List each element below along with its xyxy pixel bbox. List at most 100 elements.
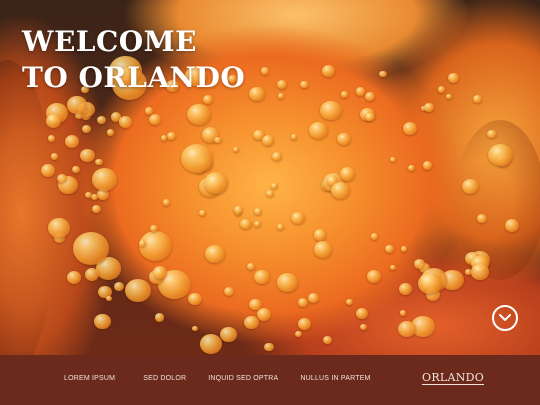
water-drop <box>266 189 275 197</box>
water-drop <box>400 310 407 316</box>
water-drop <box>291 211 305 224</box>
water-drop <box>371 233 379 240</box>
water-drop <box>91 204 101 214</box>
water-drop <box>253 208 262 216</box>
nav-link-sed-dolor[interactable]: SED DOLOR <box>143 375 186 382</box>
water-drop <box>254 220 261 227</box>
water-drop <box>67 96 87 114</box>
water-drop <box>160 135 168 142</box>
water-drop <box>330 182 350 200</box>
water-drop <box>119 116 132 128</box>
water-drop <box>271 151 282 161</box>
water-drop <box>96 115 107 125</box>
water-drop <box>232 146 239 153</box>
water-drop <box>186 103 212 126</box>
water-drop <box>248 87 265 102</box>
water-drop <box>414 259 425 269</box>
nav-link-nullus-in-partem[interactable]: NULLUS IN PARTEM <box>300 375 370 382</box>
footer-logo[interactable]: ORLANDO <box>422 372 485 385</box>
water-drop <box>246 262 255 270</box>
water-drop <box>417 273 442 295</box>
hero-title-line-2: TO ORLANDO <box>22 61 246 94</box>
water-drop <box>407 165 416 172</box>
water-drop <box>276 79 288 90</box>
water-drop <box>223 286 235 297</box>
water-drop <box>504 219 519 232</box>
water-drop <box>72 231 110 265</box>
water-drop <box>191 325 198 332</box>
water-drop <box>337 133 351 146</box>
water-drop <box>294 330 302 338</box>
hero-title: WELCOME TO ORLANDO <box>22 24 245 96</box>
water-drop <box>471 264 489 280</box>
water-drop <box>67 271 82 284</box>
chevron-down-icon <box>499 314 511 321</box>
water-drop <box>113 281 124 291</box>
water-drop <box>95 158 103 166</box>
water-drop <box>390 264 397 271</box>
water-drop <box>84 268 100 282</box>
footer-nav: LOREM IPSUM SED DOLOR INQUID SED OPTRA N… <box>64 375 371 382</box>
water-drop <box>81 124 91 134</box>
water-drop <box>91 167 118 191</box>
water-drop <box>277 273 298 292</box>
water-drop <box>300 80 309 89</box>
water-drop <box>320 100 342 120</box>
water-drop <box>340 166 356 181</box>
water-drop <box>448 73 459 83</box>
water-drop <box>346 299 354 306</box>
water-drop <box>148 113 162 125</box>
water-drop <box>214 136 222 144</box>
nav-link-lorem-ipsum[interactable]: LOREM IPSUM <box>64 375 115 382</box>
water-drop <box>261 67 270 75</box>
water-drop <box>144 106 154 115</box>
nav-link-inquid-sed-optra[interactable]: INQUID SED OPTRA <box>208 375 278 382</box>
water-drop <box>309 122 328 139</box>
water-drop <box>46 114 62 129</box>
water-drop <box>71 165 80 174</box>
water-drop <box>203 172 229 195</box>
water-drop <box>240 218 253 230</box>
water-drop <box>243 315 260 330</box>
water-drop <box>297 298 308 308</box>
water-drop <box>47 135 56 142</box>
water-drop <box>220 327 237 343</box>
water-drop <box>313 229 327 242</box>
water-drop <box>355 87 366 96</box>
water-drop <box>397 320 417 338</box>
water-drop <box>271 183 278 189</box>
water-drop <box>437 85 446 93</box>
water-drop <box>389 156 397 163</box>
water-drop <box>384 244 394 254</box>
water-drop <box>94 314 111 330</box>
water-drop <box>153 265 168 279</box>
water-drop <box>41 164 56 178</box>
water-drop <box>313 241 333 259</box>
water-drop <box>403 122 417 135</box>
water-drop <box>461 178 479 195</box>
water-drop <box>476 214 487 224</box>
water-drop <box>106 129 114 136</box>
water-drop <box>261 134 275 146</box>
water-drop <box>297 317 311 330</box>
water-drop <box>154 313 165 322</box>
water-drop <box>264 343 274 352</box>
water-drop <box>423 161 433 170</box>
scroll-down-button[interactable] <box>492 305 518 331</box>
footer-bar: LOREM IPSUM SED DOLOR INQUID SED OPTRA N… <box>0 355 540 405</box>
water-drop <box>125 279 152 303</box>
water-drop <box>400 246 407 253</box>
water-drop <box>149 224 158 233</box>
water-drop <box>162 199 171 207</box>
water-drop <box>256 307 272 321</box>
water-drop <box>367 270 382 283</box>
water-drop <box>322 65 336 77</box>
water-drop <box>365 112 375 122</box>
water-drop <box>253 269 270 285</box>
water-drop <box>488 143 514 167</box>
water-drop <box>106 295 113 302</box>
water-drop <box>322 336 332 345</box>
water-drop <box>198 209 207 217</box>
water-drop <box>50 153 58 160</box>
water-drop <box>205 245 226 264</box>
